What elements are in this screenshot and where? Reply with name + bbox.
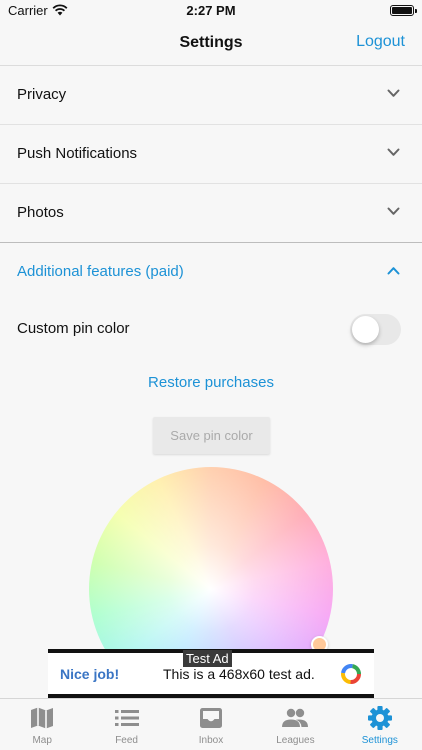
tab-label-settings: Settings (361, 735, 398, 746)
section-label-push: Push Notifications (17, 145, 138, 162)
map-icon (31, 707, 54, 729)
tab-bar: Map Feed Inbox Leagues Settings (0, 698, 422, 750)
list-icon (114, 710, 139, 726)
tab-inbox[interactable]: Inbox (169, 699, 253, 750)
battery-icon (390, 5, 417, 16)
tab-settings[interactable]: Settings (338, 699, 422, 750)
logout-button[interactable]: Logout (356, 33, 405, 51)
section-label-photos: Photos (17, 204, 64, 221)
chevron-down-icon (387, 89, 400, 97)
tab-label-feed: Feed (115, 735, 138, 746)
custom-pin-color-toggle[interactable] (350, 314, 401, 345)
inbox-icon (200, 708, 223, 728)
chevron-down-icon (387, 207, 400, 215)
section-additional-features[interactable]: Additional features (paid) (0, 243, 422, 302)
toggle-knob (352, 316, 379, 343)
tab-label-leagues: Leagues (276, 735, 315, 746)
chevron-up-icon (387, 267, 400, 275)
tab-map[interactable]: Map (0, 699, 84, 750)
ad-body: This is a 468x60 test ad. (163, 666, 315, 682)
gear-icon (367, 706, 392, 730)
status-time: 2:27 PM (186, 3, 236, 18)
section-label-additional: Additional features (paid) (17, 263, 184, 280)
restore-purchases-button[interactable]: Restore purchases (0, 374, 422, 391)
people-icon (282, 708, 309, 727)
section-privacy[interactable]: Privacy (0, 66, 422, 125)
nav-bar: Settings Logout (0, 22, 422, 66)
test-ad-tag: Test Ad (183, 650, 232, 667)
custom-pin-color-label: Custom pin color (17, 320, 130, 337)
tab-label-map: Map (32, 735, 52, 746)
section-push-notifications[interactable]: Push Notifications (0, 125, 422, 184)
chevron-down-icon (387, 148, 400, 156)
custom-pin-color-row: Custom pin color (0, 302, 422, 358)
save-pin-color-button[interactable]: Save pin color (153, 417, 270, 454)
section-photos[interactable]: Photos (0, 184, 422, 243)
tab-label-inbox: Inbox (198, 735, 224, 746)
ad-logo-icon (341, 664, 361, 684)
status-bar: Carrier 2:27 PM (0, 0, 422, 22)
section-label-privacy: Privacy (17, 86, 67, 103)
ad-headline: Nice job! (60, 666, 120, 682)
tab-feed[interactable]: Feed (84, 699, 168, 750)
tab-leagues[interactable]: Leagues (253, 699, 337, 750)
